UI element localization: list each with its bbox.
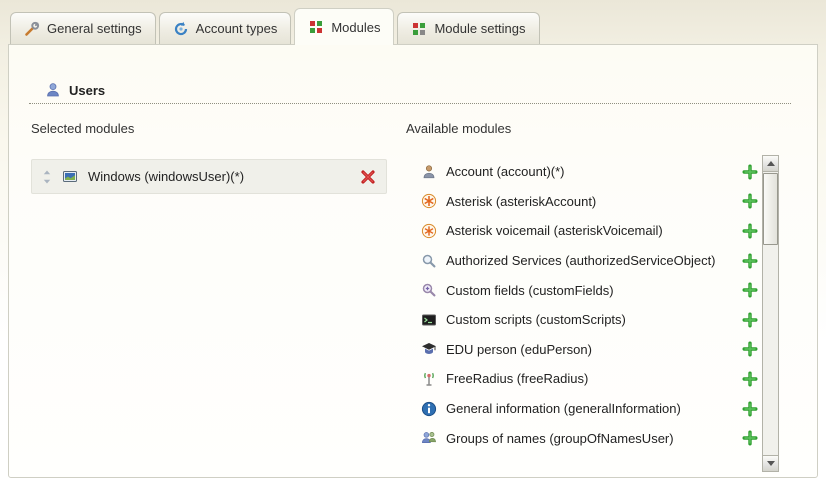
lam-configuration-page: { "tabs": [ { "id": "general-settings", … xyxy=(0,0,826,486)
account-icon xyxy=(421,164,437,180)
available-module-row: Account (account)(*) xyxy=(406,157,762,187)
remove-module-button[interactable] xyxy=(360,169,376,185)
tab-modules[interactable]: Modules xyxy=(294,8,394,45)
asterisk-icon xyxy=(421,193,437,209)
available-modules-heading: Available modules xyxy=(406,121,511,136)
add-module-button[interactable] xyxy=(742,253,758,269)
section-title: Users xyxy=(69,83,105,98)
add-module-button[interactable] xyxy=(742,401,758,417)
account-types-icon xyxy=(173,21,189,37)
antenna-icon xyxy=(421,371,437,387)
module-settings-icon xyxy=(411,21,427,37)
selected-modules-heading: Selected modules xyxy=(31,121,134,136)
available-module-row: Asterisk (asteriskAccount) xyxy=(406,187,762,217)
custom-fields-icon xyxy=(421,282,437,298)
modules-icon xyxy=(308,19,324,35)
asterisk-voicemail-icon xyxy=(421,223,437,239)
available-module-row: Custom scripts (customScripts) xyxy=(406,305,762,335)
section-header: Users xyxy=(45,82,105,98)
scroll-down-button[interactable] xyxy=(763,455,778,471)
info-icon xyxy=(421,401,437,417)
add-module-button[interactable] xyxy=(742,223,758,239)
add-module-button[interactable] xyxy=(742,430,758,446)
down-arrow-icon xyxy=(767,461,775,466)
tools-icon xyxy=(24,21,40,37)
edu-person-icon xyxy=(421,341,437,357)
tab-bar: General settings Account types Modules M… xyxy=(10,8,540,45)
available-module-row: FreeRadius (freeRadius) xyxy=(406,364,762,394)
tab-module-settings[interactable]: Module settings xyxy=(397,12,539,44)
scrollbar-thumb[interactable] xyxy=(763,173,778,245)
available-modules-scrollbar[interactable] xyxy=(762,155,779,472)
available-modules-list: Account (account)(*) Asterisk (asteriskA… xyxy=(406,157,762,453)
available-module-row: Custom fields (customFields) xyxy=(406,275,762,305)
search-icon xyxy=(421,253,437,269)
add-module-button[interactable] xyxy=(742,164,758,180)
add-module-button[interactable] xyxy=(742,312,758,328)
group-icon xyxy=(421,430,437,446)
tab-general-settings[interactable]: General settings xyxy=(10,12,156,44)
add-module-button[interactable] xyxy=(742,282,758,298)
content-panel: Users Selected modules Available modules… xyxy=(8,44,818,478)
available-module-row: Groups of names (groupOfNamesUser) xyxy=(406,423,762,453)
selected-module-row[interactable]: Windows (windowsUser)(*) xyxy=(31,159,387,194)
up-arrow-icon xyxy=(767,161,775,166)
scroll-up-button[interactable] xyxy=(763,156,778,172)
available-module-row: EDU person (eduPerson) xyxy=(406,335,762,365)
available-module-row: Authorized Services (authorizedServiceOb… xyxy=(406,246,762,276)
tab-account-types[interactable]: Account types xyxy=(159,12,292,44)
add-module-button[interactable] xyxy=(742,341,758,357)
section-divider xyxy=(29,103,791,104)
add-module-button[interactable] xyxy=(742,371,758,387)
selected-module-label: Windows (windowsUser)(*) xyxy=(88,169,350,184)
windows-icon xyxy=(62,169,78,185)
user-icon xyxy=(45,82,61,98)
available-module-row: Asterisk voicemail (asteriskVoicemail) xyxy=(406,216,762,246)
terminal-icon xyxy=(421,312,437,328)
drag-handle-icon[interactable] xyxy=(42,169,52,185)
available-module-row: General information (generalInformation) xyxy=(406,394,762,424)
add-module-button[interactable] xyxy=(742,193,758,209)
